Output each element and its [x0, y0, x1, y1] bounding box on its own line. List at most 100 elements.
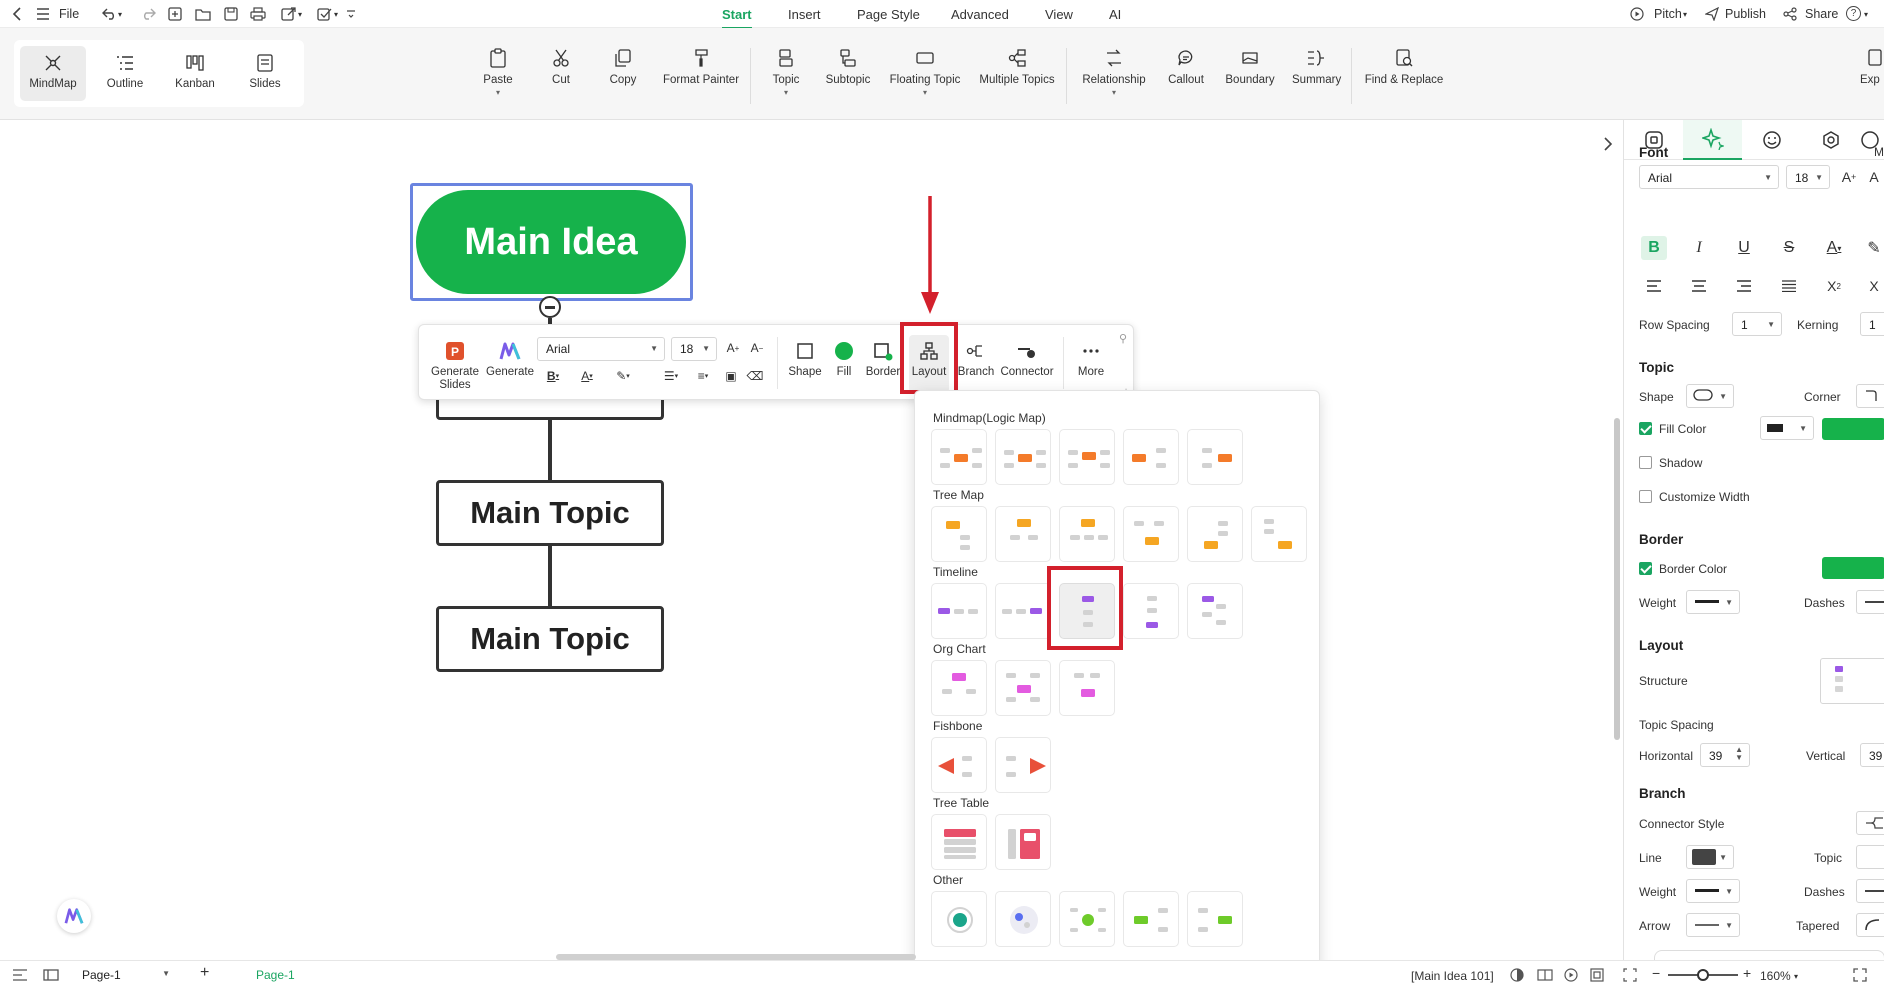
layout-option[interactable]	[931, 814, 987, 870]
branch-button[interactable]: Branch	[955, 341, 997, 378]
hamburger-menu-icon[interactable]	[34, 5, 52, 23]
superscript-icon[interactable]: X2	[1821, 274, 1847, 298]
fill-button[interactable]: Fill	[829, 341, 859, 378]
connector-style-select[interactable]	[1856, 811, 1884, 835]
arrow-select[interactable]: ▼	[1686, 913, 1740, 937]
font-color-icon[interactable]: A ▾	[1821, 236, 1847, 260]
align-center-icon[interactable]	[1686, 274, 1712, 298]
layout-option[interactable]	[931, 660, 987, 716]
layout-option[interactable]	[1123, 891, 1179, 947]
corner-select[interactable]	[1856, 384, 1884, 408]
border-color-checkbox[interactable]	[1639, 562, 1652, 575]
customize-toolbar-icon[interactable]	[342, 5, 360, 23]
border-dashes-select[interactable]	[1856, 590, 1884, 614]
generate-button[interactable]: Generate	[485, 341, 535, 378]
font-size-select[interactable]: 18 ▼	[671, 337, 717, 361]
layout-option[interactable]	[931, 737, 987, 793]
layout-option[interactable]	[1059, 506, 1115, 562]
border-color-swatch[interactable]	[1822, 557, 1884, 579]
mindmap-canvas[interactable]	[0, 120, 1612, 960]
layout-option[interactable]	[995, 429, 1051, 485]
panel-font-family-select[interactable]: Arial ▼	[1639, 165, 1779, 189]
highlight-icon[interactable]: ✎	[1864, 236, 1884, 260]
summary-button[interactable]: Summary	[1292, 48, 1341, 86]
zoom-out-icon[interactable]: −	[1652, 965, 1660, 981]
view-slides[interactable]: Slides	[232, 46, 298, 101]
help-dropdown-icon[interactable]: ▾	[1864, 10, 1868, 19]
underline-icon[interactable]: U	[1731, 236, 1757, 260]
layout-option[interactable]	[931, 583, 987, 639]
decrease-font-icon[interactable]: A −	[747, 339, 767, 357]
layout-option[interactable]	[1059, 891, 1115, 947]
page-tab-active[interactable]: Page-1	[232, 965, 312, 985]
help-icon[interactable]: ?	[1846, 6, 1861, 21]
add-page-icon[interactable]: +	[200, 964, 209, 982]
layout-option[interactable]	[931, 506, 987, 562]
collapse-branch-button[interactable]	[539, 296, 561, 318]
numbering-icon[interactable]: ☰ ▾	[659, 367, 683, 385]
increase-font-icon[interactable]: A +	[1836, 165, 1862, 189]
structure-select[interactable]	[1820, 658, 1884, 704]
zoom-dropdown-icon[interactable]: ▾	[1794, 972, 1798, 981]
menu-start[interactable]: Start	[722, 7, 752, 29]
copy-button[interactable]: Copy	[607, 48, 639, 86]
topic-button[interactable]: Topic ▾	[770, 48, 802, 97]
vertical-scrollbar[interactable]	[1614, 418, 1620, 740]
view-outline[interactable]: Outline	[92, 46, 158, 101]
fit-page-icon[interactable]	[1590, 968, 1606, 982]
task-dropdown-icon[interactable]: ▾	[334, 10, 338, 19]
clear-format-icon[interactable]: ⌫	[745, 367, 765, 385]
tab-theme[interactable]	[1801, 120, 1860, 160]
tab-emoji[interactable]	[1742, 120, 1801, 160]
pitch-dropdown-icon[interactable]: ▾	[1683, 10, 1687, 19]
theme-toggle-icon[interactable]	[1510, 968, 1526, 982]
decrease-font-icon[interactable]: A	[1864, 165, 1884, 189]
row-spacing-select[interactable]: 1 ▼	[1732, 312, 1782, 336]
layout-option[interactable]	[1187, 583, 1243, 639]
layout-option[interactable]	[1251, 506, 1307, 562]
file-menu[interactable]: File	[59, 7, 79, 21]
undo-icon[interactable]	[101, 5, 119, 23]
view-kanban[interactable]: Kanban	[162, 46, 228, 101]
share-button[interactable]: Share	[1805, 7, 1838, 21]
export-icon[interactable]	[280, 5, 298, 23]
branch-topic-select[interactable]	[1856, 845, 1884, 869]
book-view-icon[interactable]	[1537, 968, 1553, 982]
undo-dropdown-icon[interactable]: ▾	[118, 10, 122, 19]
cut-button[interactable]: Cut	[548, 48, 574, 86]
layout-option[interactable]	[995, 660, 1051, 716]
find-replace-button[interactable]: Find & Replace	[1364, 48, 1444, 86]
relationship-button[interactable]: Relationship ▾	[1080, 48, 1148, 97]
main-topic-node[interactable]: Main Topic	[436, 480, 664, 546]
publish-button[interactable]: Publish	[1725, 7, 1766, 21]
menu-advanced[interactable]: Advanced	[951, 7, 1009, 22]
justify-icon[interactable]	[1776, 274, 1802, 298]
print-icon[interactable]	[249, 5, 267, 23]
export-button[interactable]: Exp	[1860, 48, 1884, 86]
layout-option[interactable]	[995, 814, 1051, 870]
callout-button[interactable]: Callout	[1166, 48, 1206, 86]
multiple-topics-button[interactable]: Multiple Topics	[978, 48, 1056, 86]
italic-icon[interactable]: I	[1686, 236, 1712, 260]
layout-option[interactable]	[931, 429, 987, 485]
branch-weight-select[interactable]: ▼	[1686, 879, 1740, 903]
align-icon[interactable]: ≡ ▾	[691, 367, 715, 385]
line-color-select[interactable]: ▼	[1686, 845, 1734, 869]
pin-icon[interactable]: ⚲	[1113, 329, 1133, 347]
vertical-spacing-input[interactable]: 39	[1860, 743, 1884, 767]
menu-view[interactable]: View	[1045, 7, 1073, 22]
page-view-icon[interactable]	[43, 968, 59, 982]
layout-option[interactable]	[1123, 429, 1179, 485]
layout-option[interactable]	[1059, 429, 1115, 485]
topic-shape-select[interactable]: ▼	[1686, 384, 1734, 408]
play-presentation-icon[interactable]	[1564, 968, 1580, 982]
relationship-dropdown-icon[interactable]: ▾	[1080, 88, 1148, 97]
fill-style-select[interactable]: ▼	[1760, 416, 1814, 440]
subscript-icon[interactable]: X	[1864, 274, 1884, 298]
task-check-icon[interactable]	[316, 5, 334, 23]
fullscreen-icon[interactable]	[1853, 968, 1869, 982]
sidebar-toggle-icon[interactable]	[12, 968, 28, 982]
menu-insert[interactable]: Insert	[788, 7, 821, 22]
share-icon[interactable]	[1781, 5, 1799, 23]
bold-icon[interactable]: B ▾	[541, 367, 565, 385]
